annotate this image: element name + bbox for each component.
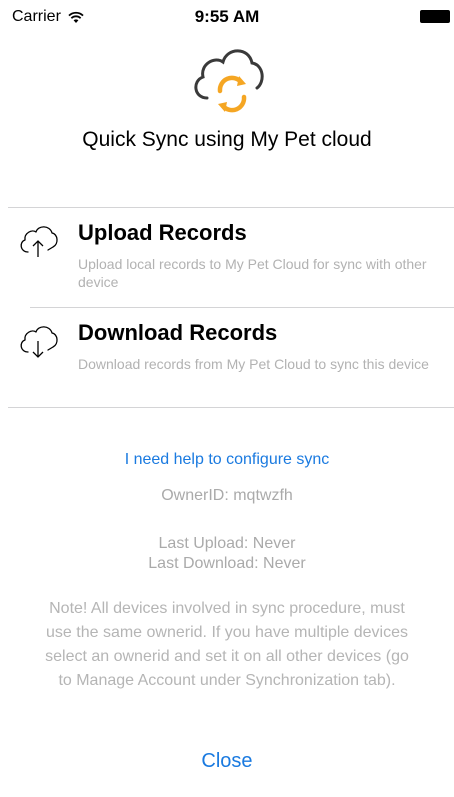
cloud-sync-icon — [194, 49, 264, 113]
upload-records-description: Upload local records to My Pet Cloud for… — [78, 256, 427, 290]
page-title: Quick Sync using My Pet cloud — [82, 128, 372, 151]
cloud-download-icon — [20, 326, 58, 358]
status-bar: Carrier 9:55 AM — [0, 0, 454, 34]
upload-records-option[interactable]: Upload Records Upload local records to M… — [0, 208, 454, 306]
download-records-description: Download records from My Pet Cloud to sy… — [78, 356, 429, 372]
help-configure-sync-link[interactable]: I need help to configure sync — [0, 451, 454, 469]
status-time: 9:55 AM — [194, 7, 260, 26]
download-records-option[interactable]: Download Records Download records from M… — [0, 308, 454, 406]
cloud-upload-icon — [20, 226, 58, 257]
download-records-title: Download Records — [78, 320, 278, 345]
owner-id-label: OwnerID: mqtwzfh — [161, 487, 293, 504]
last-upload-label: Last Upload: Never — [158, 535, 296, 552]
bottom-divider — [8, 407, 454, 408]
close-button[interactable]: Close — [177, 750, 277, 773]
last-download-label: Last Download: Never — [148, 555, 306, 572]
upload-records-title: Upload Records — [78, 220, 247, 245]
sync-note: Note! All devices involved in sync proce… — [45, 600, 409, 689]
battery-icon — [420, 10, 450, 23]
